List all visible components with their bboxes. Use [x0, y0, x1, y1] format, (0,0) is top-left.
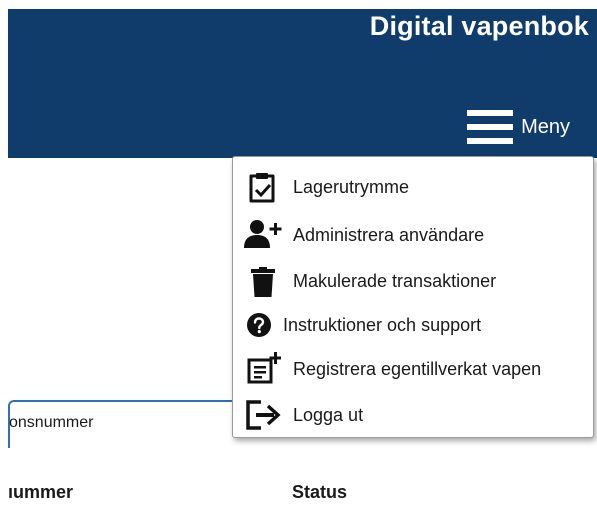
- column-header-status[interactable]: Status: [292, 482, 347, 503]
- menu-item-label: Registrera egentillverkat vapen: [293, 358, 542, 379]
- menu-item-label: Administrera användare: [293, 224, 485, 245]
- menu-item-label: Lagerutrymme: [293, 176, 410, 197]
- menu-button[interactable]: Meny: [467, 110, 570, 144]
- menu-item-label: Instruktioner och support: [283, 314, 482, 335]
- menu-button-label: Meny: [521, 115, 570, 138]
- menu-item-instruktioner-och-support[interactable]: Instruktioner och support: [233, 303, 593, 347]
- menu-item-makulerade-transaktioner[interactable]: Makulerade transaktioner: [233, 259, 593, 303]
- app-header: Digital vapenbok Meny: [8, 9, 597, 158]
- menu-item-administrera-anvandare[interactable]: Administrera användare: [233, 213, 593, 257]
- menu-item-lagerutrymme[interactable]: Lagerutrymme: [233, 165, 593, 209]
- menu-item-registrera-egentillverkat-vapen[interactable]: Registrera egentillverkat vapen: [233, 347, 593, 391]
- clipboard-check-icon: [247, 171, 277, 208]
- menu-item-logga-ut[interactable]: Logga ut: [233, 393, 593, 437]
- menu-item-label: Makulerade transaktioner: [293, 270, 497, 291]
- column-header-number[interactable]: ıummer: [8, 482, 73, 503]
- hamburger-icon: [467, 110, 514, 144]
- user-add-icon: [243, 219, 283, 254]
- app-title: Digital vapenbok: [369, 11, 589, 41]
- document-add-icon: [247, 352, 282, 389]
- dropdown-menu: Lagerutrymme Administrera användare Maku…: [232, 156, 594, 438]
- search-field-label: onsnummer: [9, 414, 94, 431]
- trash-icon: [251, 267, 275, 302]
- menu-item-label: Logga ut: [293, 404, 364, 425]
- logout-icon: [245, 399, 281, 436]
- question-circle-icon: [247, 313, 271, 342]
